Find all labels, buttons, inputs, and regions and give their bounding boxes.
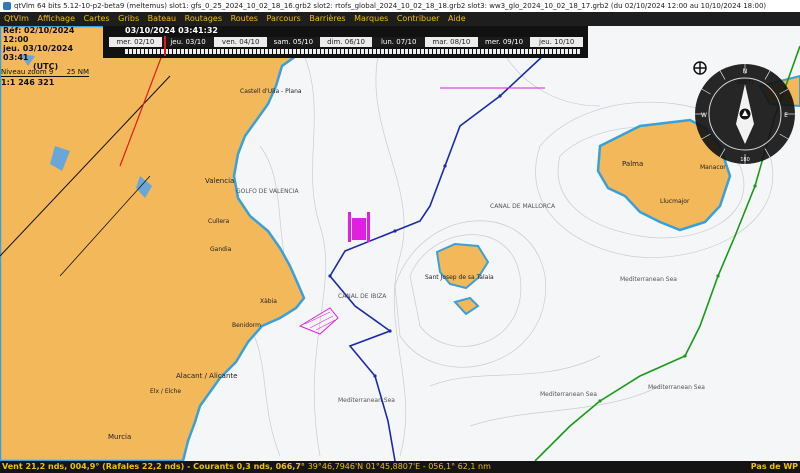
- label-benidorm: Benidorm: [232, 322, 261, 329]
- label-canal-ibiza: CANAL DE IBIZA: [338, 293, 387, 300]
- compass-mark-w: W: [701, 112, 707, 119]
- time-slider-panel[interactable]: 03/10/2024 03:41:32 mer. 02/10 jeu. 03/1…: [103, 26, 588, 58]
- menu-qtvlm[interactable]: QtVlm: [0, 12, 32, 26]
- label-alicante: Alacant / Alicante: [176, 372, 238, 380]
- label-golfo: GOLFO DE VALENCIA: [236, 188, 299, 195]
- label-med-2: Mediterranean Sea: [540, 391, 597, 398]
- menu-affichage[interactable]: Affichage: [34, 12, 78, 26]
- menu-parcours[interactable]: Parcours: [264, 12, 304, 26]
- label-llucmajor: Llucmajor: [660, 198, 690, 205]
- timeline-day-5[interactable]: lun. 07/10: [372, 37, 426, 47]
- label-xabia: Xàbia: [260, 298, 277, 305]
- timeline-day-3[interactable]: sam. 05/10: [267, 37, 320, 47]
- timeline-day-6[interactable]: mar. 08/10: [425, 37, 478, 47]
- menu-marques[interactable]: Marques: [351, 12, 391, 26]
- timeline-track[interactable]: [125, 49, 580, 54]
- compass-bottom-readout: 180: [740, 157, 750, 163]
- menu-routages[interactable]: Routages: [182, 12, 225, 26]
- compass-heading-readout: 000(T): [737, 80, 754, 86]
- label-palma: Palma: [622, 160, 644, 168]
- status-bar: Vent 21,2 nds, 004,9° (Rafales 22,2 nds)…: [0, 461, 800, 473]
- status-coords: 39°46,7946'N 01°45,8807'E - 056,1° 62,1 …: [307, 462, 491, 471]
- menu-cartes[interactable]: Cartes: [81, 12, 113, 26]
- window-titlebar: qtVlm 64 bits 5.12-10-p2-beta9 (meltemus…: [0, 0, 800, 12]
- timeline-day-8[interactable]: jeu. 10/10: [530, 37, 584, 47]
- map-scale: 1:1 246 321: [1, 78, 55, 87]
- zoom-distance-label: 25 NM: [66, 68, 89, 76]
- timeline-day-2[interactable]: ven. 04/10: [214, 37, 268, 47]
- timeline-current-time: 03/10/2024 03:41:32: [125, 26, 218, 35]
- timeline-day-4[interactable]: dim. 06/10: [319, 37, 373, 47]
- menu-bateau[interactable]: Bateau: [145, 12, 179, 26]
- timeline-day-0[interactable]: mer. 02/10: [109, 37, 162, 47]
- compass-buttons: [693, 61, 707, 75]
- zoom-level-label: Niveau zoom 9: [1, 68, 54, 76]
- label-gandia: Gandia: [210, 246, 232, 253]
- map-canvas[interactable]: 000(T) 180 N E W: [0, 26, 800, 461]
- menu-barrieres[interactable]: Barrières: [306, 12, 348, 26]
- zoom-scale-box: Niveau zoom 9 25 NM 1:1 246 321: [1, 68, 91, 88]
- label-elche: Elx / Elche: [150, 388, 182, 395]
- label-med-4: Mediterranean Sea: [620, 276, 677, 283]
- label-castell: Castell d'Ulia - Plana: [240, 88, 302, 95]
- compass-rose: 000(T) 180: [695, 64, 795, 164]
- current-date: jeu. 03/10/2024 03:41: [3, 44, 74, 62]
- window-title: qtVlm 64 bits 5.12-10-p2-beta9 (meltemus…: [14, 2, 767, 10]
- menu-contribuer[interactable]: Contribuer: [394, 12, 443, 26]
- timeline-cursor[interactable]: [164, 36, 166, 56]
- app-icon: [3, 2, 11, 10]
- status-wind: Vent 21,2 nds, 004,9° (Rafales 22,2 nds)…: [2, 462, 305, 471]
- timeline-day-1[interactable]: jeu. 03/10: [161, 37, 215, 47]
- compass-mark-e: E: [784, 112, 788, 119]
- timeline-days: mer. 02/10 jeu. 03/10 ven. 04/10 sam. 05…: [109, 37, 584, 47]
- reference-date: Réf: 02/10/2024 12:00: [3, 26, 75, 44]
- timeline-day-7[interactable]: mer. 09/10: [477, 37, 531, 47]
- label-valencia: Valencia: [205, 177, 235, 185]
- label-canal-mallorca: CANAL DE MALLORCA: [490, 203, 556, 210]
- status-waypoint: Pas de WP: [750, 462, 798, 471]
- menu-gribs[interactable]: Gribs: [115, 12, 142, 26]
- label-ibiza-town: Sant Josep de sa Talaia: [425, 274, 494, 281]
- menu-aide[interactable]: Aide: [445, 12, 469, 26]
- label-murcia: Murcia: [108, 433, 132, 441]
- menu-routes[interactable]: Routes: [228, 12, 261, 26]
- compass-mark-n: N: [743, 68, 748, 75]
- label-med-1: Mediterranean Sea: [338, 397, 395, 404]
- label-manacor: Manacor: [700, 164, 726, 171]
- label-cullera: Cullera: [208, 218, 230, 225]
- label-med-3: Mediterranean Sea: [648, 384, 705, 391]
- menu-bar: QtVlm Affichage Cartes Gribs Bateau Rout…: [0, 12, 800, 26]
- reference-time-box: Réf: 02/10/2024 12:00 jeu. 03/10/2024 03…: [0, 26, 100, 71]
- chart-map[interactable]: 000(T) 180 N E W Castell d'Ulia - Plana …: [0, 26, 800, 461]
